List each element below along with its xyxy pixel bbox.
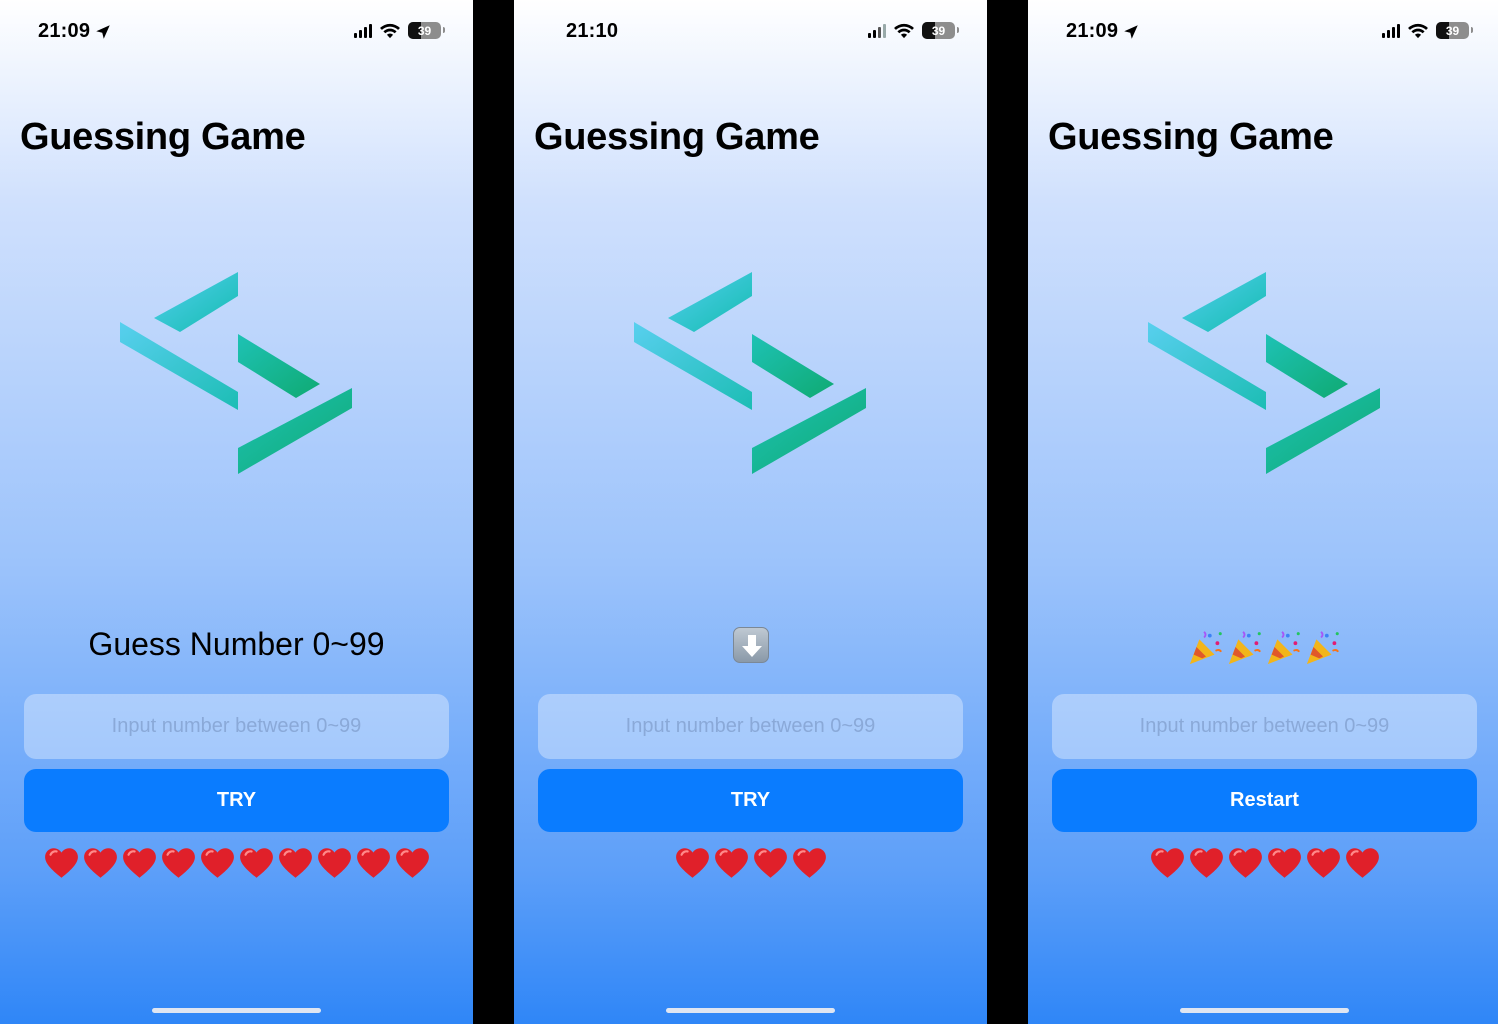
lives-hearts bbox=[514, 846, 987, 881]
app-logo-icon bbox=[634, 272, 866, 474]
heart-icon bbox=[1150, 848, 1184, 878]
heart-icon bbox=[792, 848, 826, 878]
heart-icon bbox=[278, 848, 312, 878]
location-arrow-icon bbox=[96, 24, 110, 39]
status-indicators: 39 bbox=[354, 22, 445, 39]
status-bar: 21:10 39 bbox=[514, 18, 987, 46]
heart-icon bbox=[753, 848, 787, 878]
page-title: Guessing Game bbox=[20, 116, 306, 158]
battery-level: 39 bbox=[931, 23, 946, 38]
heart-icon bbox=[1267, 848, 1301, 878]
battery-level: 39 bbox=[1445, 23, 1460, 38]
party-popper-icon bbox=[1228, 630, 1261, 664]
lives-hearts bbox=[0, 846, 473, 881]
down-arrow-icon bbox=[732, 626, 769, 663]
location-arrow-icon bbox=[1124, 24, 1138, 39]
page-title: Guessing Game bbox=[534, 116, 820, 158]
status-time-text: 21:09 bbox=[38, 20, 91, 42]
hint-message: Guess Number 0~99 bbox=[0, 622, 473, 666]
heart-icon bbox=[122, 848, 156, 878]
party-popper-icon bbox=[1306, 630, 1339, 664]
heart-icon bbox=[239, 848, 273, 878]
hint-message bbox=[1028, 622, 1498, 666]
heart-icon bbox=[317, 848, 351, 878]
status-bar: 21:09 39 bbox=[1028, 18, 1498, 46]
heart-icon bbox=[1228, 848, 1262, 878]
cellular-signal-icon bbox=[1382, 23, 1400, 38]
status-time: 21:10 bbox=[566, 20, 618, 43]
heart-icon bbox=[200, 848, 234, 878]
heart-icon bbox=[1345, 848, 1379, 878]
number-input[interactable] bbox=[1052, 694, 1477, 759]
home-indicator[interactable] bbox=[152, 1008, 321, 1013]
heart-icon bbox=[83, 848, 117, 878]
number-input[interactable] bbox=[24, 694, 449, 759]
phone-screen-win: 21:09 39 Guessing Game Restart bbox=[1028, 0, 1498, 1024]
cellular-signal-icon bbox=[868, 23, 886, 38]
wifi-icon bbox=[380, 23, 400, 38]
heart-icon bbox=[675, 848, 709, 878]
wifi-icon bbox=[1408, 23, 1428, 38]
page-title: Guessing Game bbox=[1048, 116, 1334, 158]
app-logo-icon bbox=[120, 272, 352, 474]
try-button[interactable]: TRY bbox=[538, 769, 963, 832]
heart-icon bbox=[161, 848, 195, 878]
status-indicators: 39 bbox=[1382, 22, 1473, 39]
heart-icon bbox=[1306, 848, 1340, 878]
wifi-icon bbox=[894, 23, 914, 38]
hint-text: Guess Number 0~99 bbox=[88, 626, 385, 662]
phone-screen-initial: 21:09 39 Guessing Game Guess Number 0~99… bbox=[0, 0, 473, 1024]
try-button[interactable]: TRY bbox=[24, 769, 449, 832]
heart-icon bbox=[356, 848, 390, 878]
battery-icon: 39 bbox=[922, 22, 959, 39]
lives-hearts bbox=[1028, 846, 1498, 881]
battery-icon: 39 bbox=[408, 22, 445, 39]
status-time: 21:09 bbox=[38, 20, 112, 43]
heart-icon bbox=[1189, 848, 1223, 878]
home-indicator[interactable] bbox=[1180, 1008, 1349, 1013]
heart-icon bbox=[44, 848, 78, 878]
status-time-text: 21:10 bbox=[566, 20, 619, 42]
app-logo-icon bbox=[1148, 272, 1380, 474]
status-time: 21:09 bbox=[1066, 20, 1140, 43]
status-bar: 21:09 39 bbox=[0, 18, 473, 46]
status-indicators: 39 bbox=[868, 22, 959, 39]
number-input[interactable] bbox=[538, 694, 963, 759]
battery-level: 39 bbox=[417, 23, 432, 38]
party-popper-icon bbox=[1267, 630, 1300, 664]
cellular-signal-icon bbox=[354, 23, 372, 38]
party-popper-icon bbox=[1189, 630, 1222, 664]
heart-icon bbox=[395, 848, 429, 878]
hint-message bbox=[514, 622, 987, 666]
status-time-text: 21:09 bbox=[1066, 20, 1119, 42]
home-indicator[interactable] bbox=[666, 1008, 835, 1013]
heart-icon bbox=[714, 848, 748, 878]
battery-icon: 39 bbox=[1436, 22, 1473, 39]
phone-screen-hint-lower: 21:10 39 Guessing Game TRY bbox=[514, 0, 987, 1024]
restart-button[interactable]: Restart bbox=[1052, 769, 1477, 832]
